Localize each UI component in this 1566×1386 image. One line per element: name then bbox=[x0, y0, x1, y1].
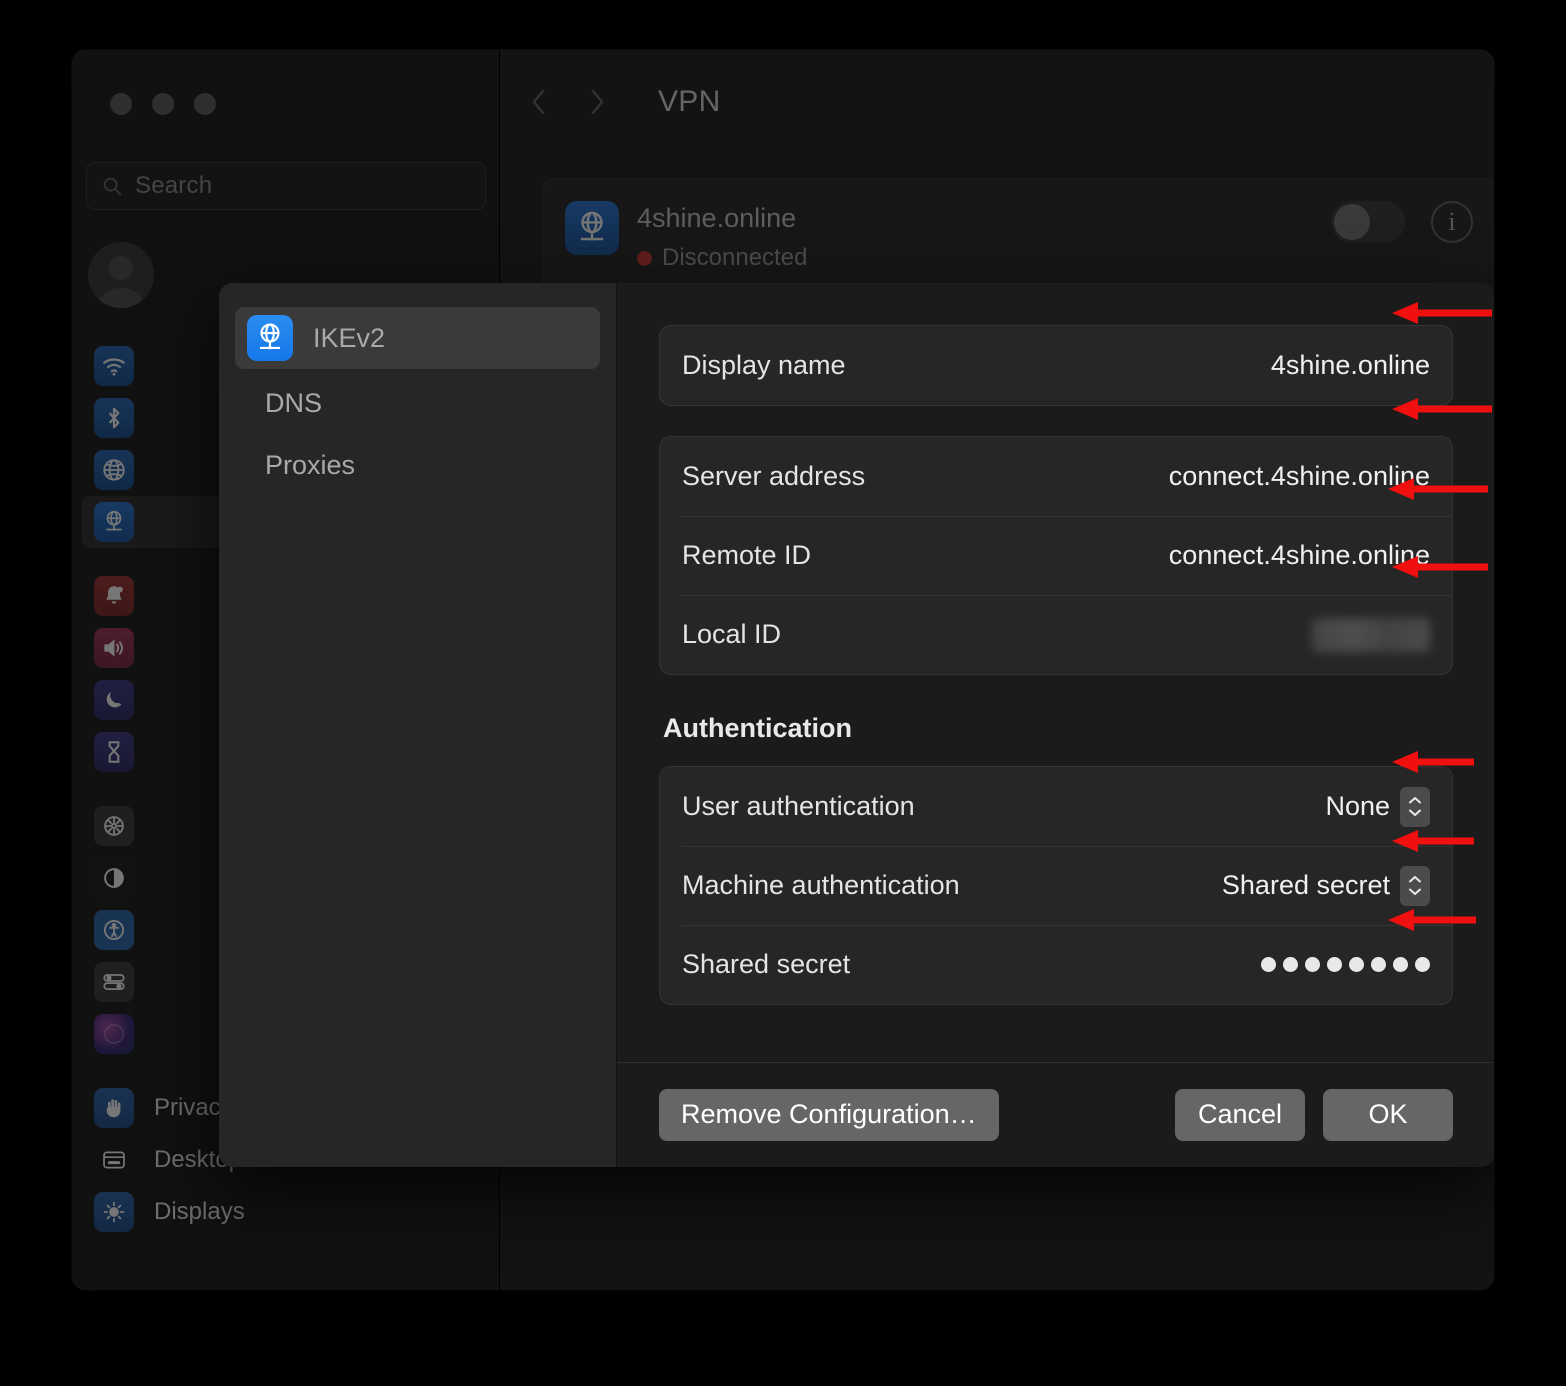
secure-field-dots[interactable] bbox=[1261, 957, 1430, 972]
field-label: Machine authentication bbox=[682, 870, 960, 901]
system-settings-window: Search Wi-Fi bbox=[72, 50, 1494, 1290]
ok-button[interactable]: OK bbox=[1323, 1089, 1453, 1141]
secure-dot bbox=[1393, 957, 1408, 972]
sheet-tab-proxies[interactable]: Proxies bbox=[235, 437, 600, 493]
screenshot-root: Search Wi-Fi bbox=[0, 0, 1566, 1386]
remove-configuration-button[interactable]: Remove Configuration… bbox=[659, 1089, 999, 1141]
secure-dot bbox=[1371, 957, 1386, 972]
vpn-settings-sheet: IKEv2 DNS Proxies Display name 4shine.on… bbox=[219, 283, 1494, 1167]
secure-dot bbox=[1283, 957, 1298, 972]
secure-dot bbox=[1415, 957, 1430, 972]
field-value[interactable]: 4shine.online bbox=[1271, 350, 1430, 381]
field-shared-secret[interactable]: Shared secret bbox=[660, 925, 1452, 1004]
authentication-section-title: Authentication bbox=[663, 713, 1453, 744]
sheet-sidebar: IKEv2 DNS Proxies bbox=[219, 283, 617, 1167]
vpn-globe-icon bbox=[247, 315, 293, 361]
popup-user-authentication[interactable]: None bbox=[1325, 787, 1430, 827]
field-label: User authentication bbox=[682, 791, 915, 822]
field-display-name[interactable]: Display name 4shine.online bbox=[660, 326, 1452, 405]
sheet-footer: Remove Configuration… Cancel OK bbox=[617, 1062, 1494, 1167]
field-remote-id[interactable]: Remote ID connect.4shine.online bbox=[660, 516, 1452, 595]
popup-machine-authentication[interactable]: Shared secret bbox=[1222, 866, 1430, 906]
sheet-tab-dns[interactable]: DNS bbox=[235, 375, 600, 431]
secure-dot bbox=[1327, 957, 1342, 972]
cancel-button[interactable]: Cancel bbox=[1175, 1089, 1305, 1141]
field-label: Local ID bbox=[682, 619, 781, 650]
field-label: Shared secret bbox=[682, 949, 850, 980]
sheet-tab-ikev2[interactable]: IKEv2 bbox=[235, 307, 600, 369]
field-label: Server address bbox=[682, 461, 865, 492]
field-value: None bbox=[1325, 791, 1390, 822]
chevron-updown-icon[interactable] bbox=[1400, 787, 1430, 827]
secure-dot bbox=[1349, 957, 1364, 972]
field-user-authentication[interactable]: User authentication None bbox=[660, 767, 1452, 846]
field-value: Shared secret bbox=[1222, 870, 1390, 901]
chevron-updown-icon[interactable] bbox=[1400, 866, 1430, 906]
secure-dot bbox=[1261, 957, 1276, 972]
field-machine-authentication[interactable]: Machine authentication Shared secret bbox=[660, 846, 1452, 925]
authentication-group: User authentication None Machine authent… bbox=[659, 766, 1453, 1005]
server-settings-group: Server address connect.4shine.online Rem… bbox=[659, 436, 1453, 675]
field-value[interactable]: connect.4shine.online bbox=[1169, 540, 1430, 571]
field-label: Display name bbox=[682, 350, 846, 381]
redacted-value[interactable] bbox=[1312, 618, 1430, 652]
field-local-id[interactable]: Local ID bbox=[660, 595, 1452, 674]
sheet-tab-label: DNS bbox=[265, 388, 322, 419]
field-server-address[interactable]: Server address connect.4shine.online bbox=[660, 437, 1452, 516]
display-name-group: Display name 4shine.online bbox=[659, 325, 1453, 406]
field-value[interactable]: connect.4shine.online bbox=[1169, 461, 1430, 492]
sheet-tab-label: Proxies bbox=[265, 450, 355, 481]
sheet-tab-label: IKEv2 bbox=[313, 323, 385, 354]
field-label: Remote ID bbox=[682, 540, 811, 571]
secure-dot bbox=[1305, 957, 1320, 972]
sheet-main: Display name 4shine.online Server addres… bbox=[617, 283, 1494, 1167]
